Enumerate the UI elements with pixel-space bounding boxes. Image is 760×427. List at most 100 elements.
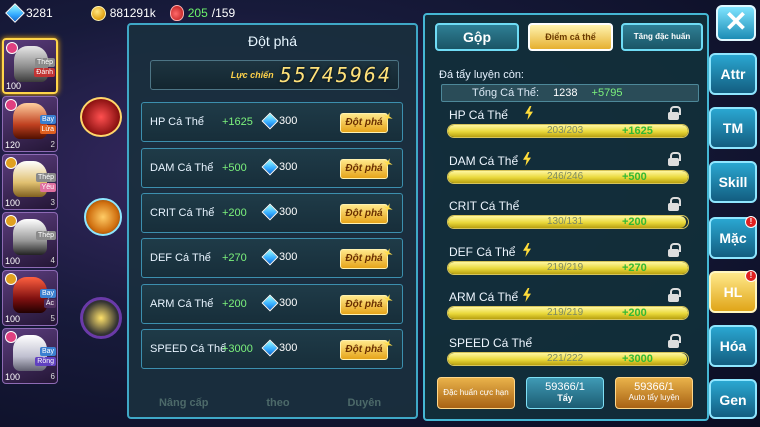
cost: 300 xyxy=(261,158,298,176)
type-tag: Bay xyxy=(39,289,56,298)
slot-number: 5 xyxy=(50,314,55,323)
tab-follow[interactable]: theo xyxy=(266,397,289,409)
gem-icon xyxy=(261,203,279,221)
stat-name: DEF Cá Thể xyxy=(150,252,211,264)
auto-label: Auto tẩy luyện xyxy=(628,393,680,402)
lock-icon[interactable] xyxy=(668,334,681,348)
team-column: Thép Đánh 100 Bay Lửa 120 2 Thép Yêu 100… xyxy=(2,38,60,386)
breakthrough-button[interactable]: Đột phá xyxy=(340,113,388,133)
breakthrough-button[interactable]: Đột phá xyxy=(340,204,388,224)
potion-current: 205 xyxy=(187,6,208,20)
type-tag: Thép xyxy=(36,173,56,182)
stat-value: 246/246 xyxy=(547,171,584,182)
slot-number: 2 xyxy=(50,140,55,149)
breakthrough-panel: Đột phá Lực chiến 55745964 HP Cá Thể +16… xyxy=(127,23,418,419)
extreme-training-button[interactable]: Đặc huấn cực hạn xyxy=(437,377,515,409)
gear-orb-icon[interactable] xyxy=(80,297,122,339)
hero-slot-1[interactable]: Thép Đánh 100 xyxy=(2,38,58,94)
lock-icon[interactable] xyxy=(668,243,681,257)
gold-resource: 881291k xyxy=(90,5,156,21)
stat-bonus: +1625 xyxy=(622,125,653,137)
hero-level: 100 xyxy=(6,81,22,91)
bolt-icon xyxy=(523,243,531,257)
stat-bonus: +1625 xyxy=(222,116,253,128)
cost: 300 xyxy=(261,203,298,221)
gem-icon xyxy=(261,112,279,130)
cost-value: 300 xyxy=(279,115,298,127)
tab-individual-points[interactable]: Điểm cá thể xyxy=(528,23,613,51)
stat-bonus: +270 xyxy=(622,262,647,274)
type-tag: Rồng xyxy=(35,357,56,366)
breakthrough-row: DEF Cá Thể +270 300 Đột phá xyxy=(141,238,403,278)
stat-name: HP Cá Thể xyxy=(449,108,508,122)
side-attr-button[interactable]: Attr xyxy=(709,53,757,95)
breakthrough-row: SPEED Cá Thể +3000 300 Đột phá xyxy=(141,329,403,369)
hero-level: 120 xyxy=(5,140,21,150)
stat-name: SPEED Cá Thể xyxy=(449,336,533,350)
auto-wash-button[interactable]: 59366/1 Auto tẩy luyện xyxy=(615,377,693,409)
tab-merge[interactable]: Gộp xyxy=(435,23,519,51)
hero-slot-3[interactable]: Thép Yêu 100 3 xyxy=(2,154,58,210)
stat-value: 221/222 xyxy=(547,353,584,364)
cost-value: 300 xyxy=(279,161,298,173)
type-tag: Bay xyxy=(39,115,56,124)
tab-bond[interactable]: Duyên xyxy=(347,397,381,409)
hero-slot-2[interactable]: Bay Lửa 120 2 xyxy=(2,96,58,152)
cost-value: 300 xyxy=(279,206,298,218)
stat-bonus: +200 xyxy=(222,207,247,219)
slot-number: 3 xyxy=(50,198,55,207)
breakthrough-button[interactable]: Đột phá xyxy=(340,340,388,360)
side-mac-button[interactable]: Mặc! xyxy=(709,216,757,259)
stat-bonus: +200 xyxy=(622,307,647,319)
individual-points-panel: Gộp Điểm cá thể Tăng đặc huấn Đá tẩy luy… xyxy=(423,13,709,421)
stat-bonus: +270 xyxy=(222,252,247,264)
tab-upgrade[interactable]: Nâng cấp xyxy=(159,397,209,409)
bolt-icon xyxy=(525,106,533,120)
side-mac-label: Mặc xyxy=(719,230,747,246)
breakthrough-row: DAM Cá Thể +500 300 Đột phá xyxy=(141,148,403,188)
cost: 300 xyxy=(261,294,297,312)
side-tm-button[interactable]: TM xyxy=(709,107,757,149)
side-skill-button[interactable]: Skill xyxy=(709,161,757,203)
skill-orb[interactable] xyxy=(80,97,122,137)
side-hoa-button[interactable]: Hóa xyxy=(709,325,757,367)
lock-icon[interactable] xyxy=(668,106,681,120)
breakthrough-row: CRIT Cá Thể +200 300 Đột phá xyxy=(141,193,403,233)
potion-max: /159 xyxy=(211,6,236,20)
breakthrough-button[interactable]: Đột phá xyxy=(340,295,388,315)
hero-level: 100 xyxy=(5,314,21,324)
total-label: Tổng Cá Thể: xyxy=(472,87,540,99)
type-tag: Ác xyxy=(43,299,56,308)
total-bonus: +5795 xyxy=(591,87,623,99)
side-hl-label: HL xyxy=(723,284,743,300)
breakthrough-button[interactable]: Đột phá xyxy=(340,249,388,269)
lock-icon[interactable] xyxy=(668,288,681,302)
close-button[interactable]: ✕ xyxy=(716,5,756,41)
tab-special-training[interactable]: Tăng đặc huấn xyxy=(621,23,703,51)
potion-resource: 205/159 xyxy=(169,5,236,21)
slot-number: 4 xyxy=(50,256,55,265)
breakthrough-button[interactable]: Đột phá xyxy=(340,159,388,179)
combat-power: Lực chiến 55745964 xyxy=(150,60,399,90)
cost-value: 300 xyxy=(279,342,298,354)
type-tag: Yêu xyxy=(39,183,56,192)
total-value: 1238 xyxy=(553,87,578,99)
hero-slot-6[interactable]: Bay Rồng 100 6 xyxy=(2,328,58,384)
lock-icon[interactable] xyxy=(668,152,681,166)
stat-bonus: +500 xyxy=(222,162,247,174)
coin-icon xyxy=(90,5,106,21)
stat-name: DAM Cá Thể xyxy=(449,154,519,168)
lock-icon[interactable] xyxy=(668,197,681,211)
potion-icon xyxy=(169,5,184,21)
stat-value: 203/203 xyxy=(547,125,584,136)
gem-icon xyxy=(261,339,279,357)
stat-bonus: +3000 xyxy=(222,343,253,355)
lock-orb-icon[interactable] xyxy=(84,198,122,236)
wash-button[interactable]: 59366/1 Tẩy xyxy=(526,377,604,409)
auto-count: 59366/1 xyxy=(634,381,674,393)
side-gen-button[interactable]: Gen xyxy=(709,379,757,419)
wash-label: Tẩy xyxy=(557,393,573,403)
hero-slot-5[interactable]: Bay Ác 100 5 xyxy=(2,270,58,326)
side-hl-button[interactable]: HL! xyxy=(709,270,757,313)
hero-slot-4[interactable]: Thép 100 4 xyxy=(2,212,58,268)
